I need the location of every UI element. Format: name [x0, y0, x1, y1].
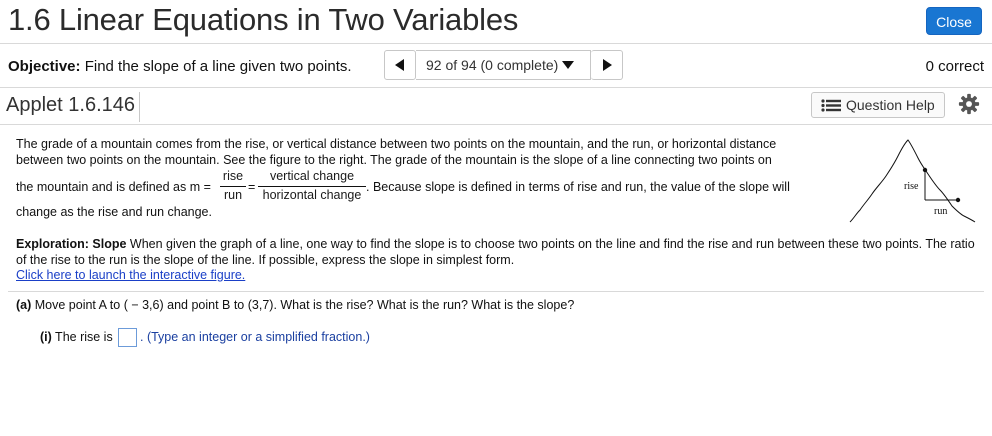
part-i-prompt: (i) The rise is [40, 330, 113, 344]
triangle-left-icon [395, 59, 404, 71]
intro-line-1: The grade of a mountain comes from the r… [16, 137, 777, 151]
part-i-label: (i) [40, 330, 52, 344]
objective-label: Objective: [8, 58, 81, 75]
fraction-vertical-change: vertical change [269, 169, 355, 183]
content-divider [0, 124, 992, 125]
applet-bar: Applet 1.6.146 Question Help [0, 88, 992, 124]
next-question-button[interactable] [591, 50, 623, 80]
intro-line-3-end: . Because slope is defined in terms of r… [366, 180, 790, 194]
fraction-run: run [223, 188, 243, 202]
equals-sign: = [248, 180, 256, 194]
title-bar: 1.6 Linear Equations in Two Variables Cl… [0, 0, 992, 44]
intro-line-4: change as the rise and run change. [16, 205, 212, 219]
part-a-label: (a) [16, 298, 32, 312]
list-icon [821, 99, 841, 112]
question-help-label: Question Help [846, 97, 935, 113]
exploration-text: Exploration: Slope When given the graph … [16, 236, 976, 268]
intro-line-2: between two points on the mountain. See … [16, 153, 772, 167]
objective-text: Objective: Find the slope of a line give… [8, 58, 352, 75]
launch-figure-link[interactable]: Click here to launch the interactive fig… [16, 268, 245, 282]
exploration-body: When given the graph of a line, one way … [16, 237, 975, 267]
gear-icon[interactable] [958, 93, 980, 115]
part-a-question: (a) Move point A to ( − 3,6) and point B… [16, 298, 574, 312]
fraction-bar-1 [220, 186, 246, 187]
fraction-bar-2 [258, 186, 366, 187]
fraction-rise: rise [222, 169, 244, 183]
mountain-figure: rise run [849, 139, 976, 223]
rise-answer-input[interactable] [118, 328, 137, 347]
run-label: run [934, 206, 947, 217]
fraction-horizontal-change: horizontal change [262, 188, 362, 202]
part-i-text: The rise is [51, 330, 113, 344]
question-help-button[interactable]: Question Help [811, 92, 945, 118]
objective-description: Find the slope of a line given two point… [84, 58, 352, 75]
triangle-down-icon [562, 61, 575, 69]
page-title: 1.6 Linear Equations in Two Variables [8, 2, 519, 37]
close-button[interactable]: Close [926, 7, 982, 35]
objective-bar: Objective: Find the slope of a line give… [0, 45, 992, 88]
part-a-text: Move point A to ( − 3,6) and point B to … [31, 298, 575, 312]
section-divider [8, 291, 984, 292]
previous-question-button[interactable] [384, 50, 416, 80]
score-text: 0 correct [925, 58, 984, 75]
answer-hint: . (Type an integer or a simplified fract… [140, 330, 370, 344]
rise-label: rise [904, 181, 919, 192]
question-selector-value: 92 of 94 (0 complete) [426, 57, 559, 73]
question-selector[interactable]: 92 of 94 (0 complete) [416, 50, 591, 80]
intro-line-3-start: the mountain and is defined as m = [16, 180, 211, 194]
applet-title: Applet 1.6.146 [6, 92, 140, 122]
triangle-right-icon [603, 59, 612, 71]
exploration-label: Exploration: Slope [16, 237, 127, 251]
